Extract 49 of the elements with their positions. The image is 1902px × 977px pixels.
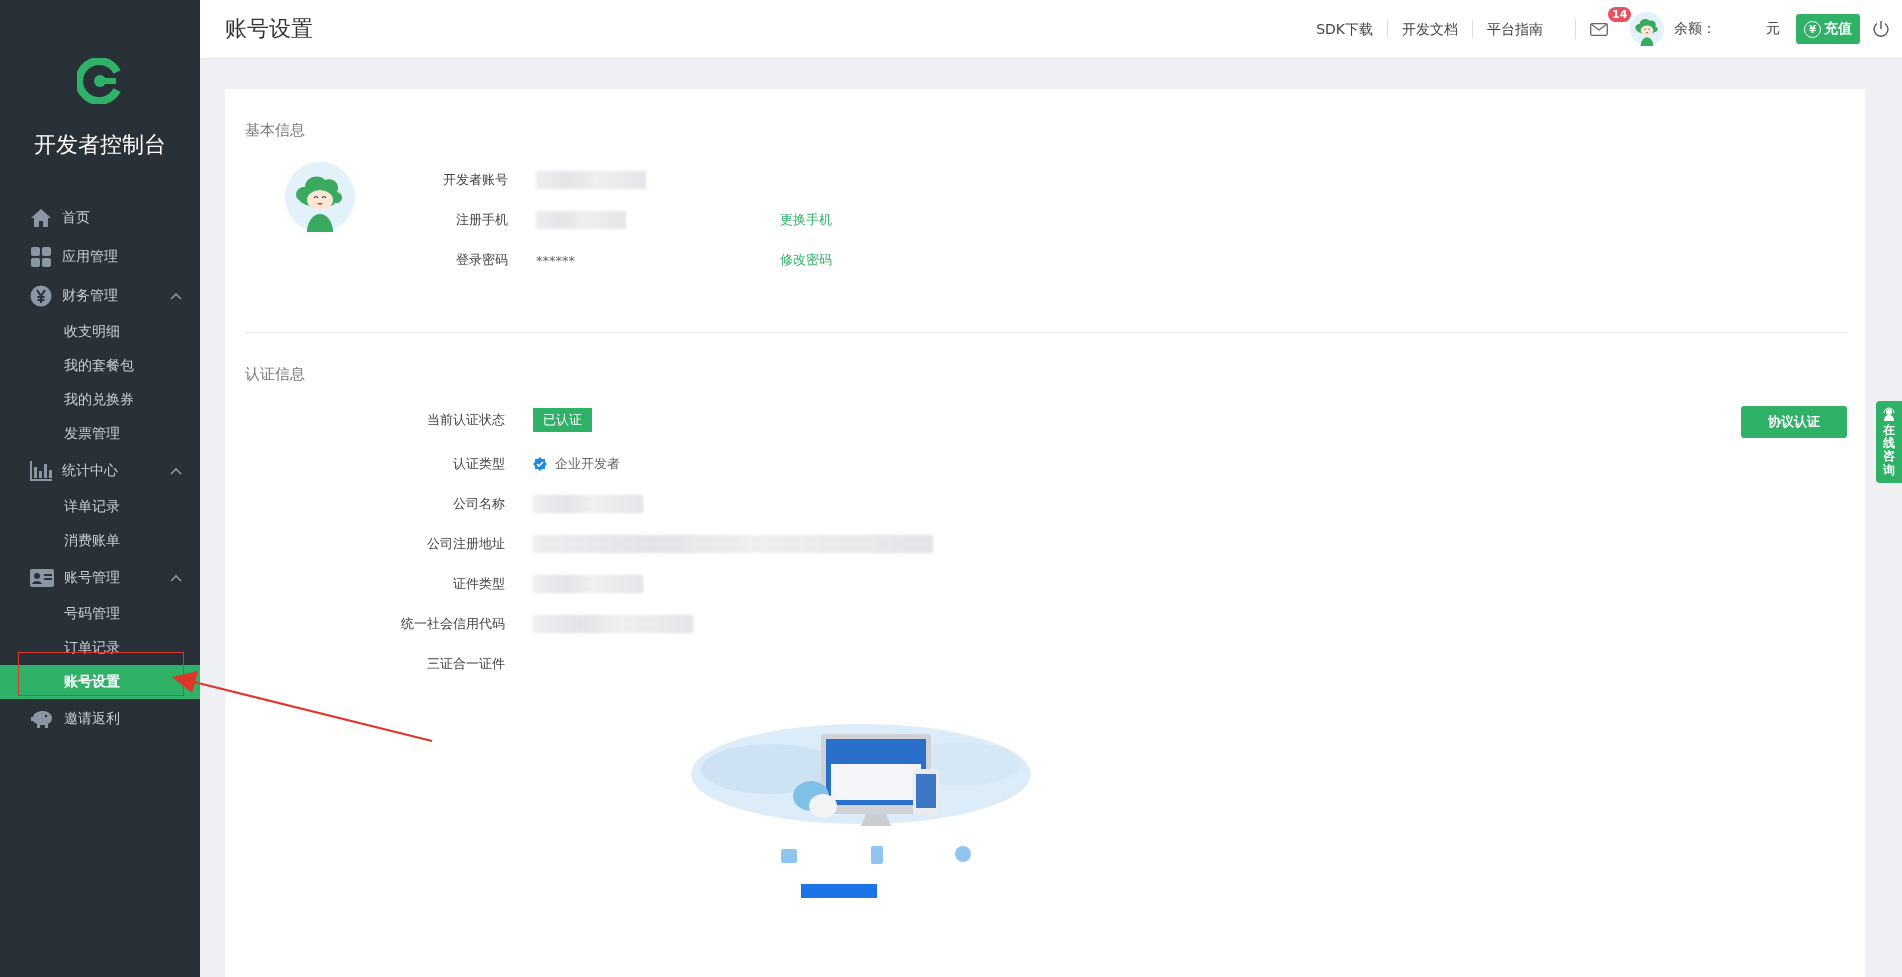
logo-icon [77,58,123,104]
field-label: 开发者账号 [442,171,508,189]
sidebar-subitem[interactable]: 号码管理 [0,597,200,631]
sidebar-subitem[interactable]: 发票管理 [0,417,200,451]
field-label: 公司注册地址 [426,535,505,553]
grid-icon [30,245,52,268]
sidebar-subitem[interactable]: 消费账单 [0,524,200,558]
page-title: 账号设置 [225,15,314,43]
sidebar-item[interactable]: 邀请返利 [0,699,200,738]
piggy-bank-icon [30,708,54,729]
sidebar-subitem[interactable]: 详单记录 [0,490,200,524]
sidebar-item[interactable]: 账号管理 [0,558,200,597]
balance-unit: 元 [1766,20,1780,38]
field-label: 登录密码 [455,251,508,269]
field-label: 当前认证状态 [426,411,505,429]
notification-count: 14 [1608,7,1632,22]
field-label: 三证合一证件 [426,655,505,673]
status-badge: 已认证 [533,408,592,432]
headset-icon [1882,407,1896,421]
section-title: 认证信息 [245,364,306,385]
id-card-icon [30,568,54,587]
mascot-avatar [285,162,355,232]
home-icon [30,207,52,228]
console-title: 开发者控制台 [34,131,166,159]
bar-chart-icon [30,460,52,481]
sidebar-item[interactable]: 应用管理 [0,237,200,276]
field-label: 认证类型 [452,455,505,473]
sidebar-item[interactable]: 财务管理 [0,276,200,315]
sidebar-item[interactable]: 首页 [0,198,200,237]
power-icon[interactable] [1872,20,1890,38]
verified-icon [533,457,547,471]
header-link[interactable]: 平台指南 [1472,20,1557,38]
field-value: ****** [536,252,575,268]
yen-coin-icon [30,284,52,307]
header-link[interactable]: 开发文档 [1387,20,1472,38]
header-link[interactable]: SDK下载 [1302,20,1387,38]
field-label: 统一社会信用代码 [400,615,505,633]
field-value: 企业开发者 [555,455,620,473]
balance-label: 余额： [1674,20,1717,38]
sidebar-subitem[interactable]: 我的套餐包 [0,349,200,383]
mail-icon[interactable] [1590,22,1608,36]
sidebar-item[interactable]: 统计中心 [0,451,200,490]
field-label: 公司名称 [452,495,505,513]
sidebar-subitem[interactable]: 我的兑换券 [0,383,200,417]
section-title: 基本信息 [245,120,306,141]
mascot-avatar [1630,12,1664,46]
field-label: 证件类型 [452,575,505,593]
field-label: 注册手机 [455,211,508,229]
sidebar-subitem[interactable]: 收支明细 [0,315,200,349]
